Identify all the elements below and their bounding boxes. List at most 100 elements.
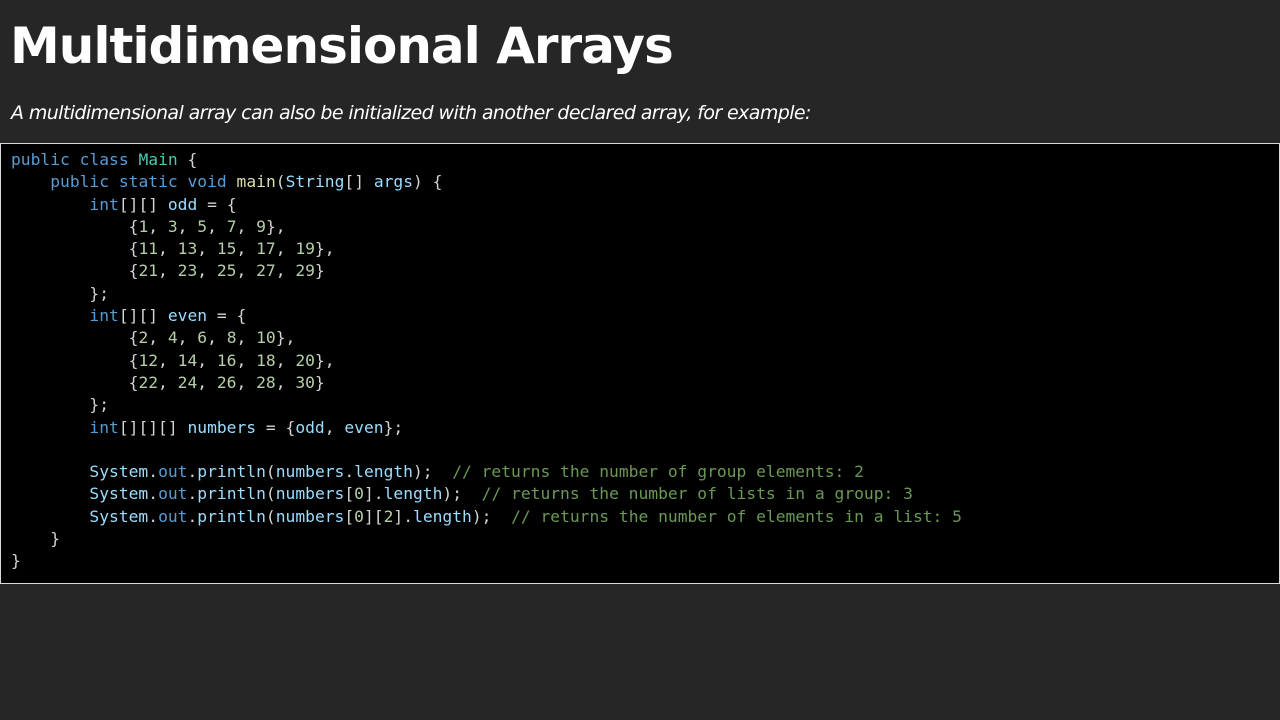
code-token: { [11,216,139,236]
code-token: , [236,328,257,348]
code-token: [ [344,484,355,504]
code-token: , [207,328,227,348]
code-token: 0 [354,506,364,526]
code-line: int[][] odd = { [11,194,962,216]
code-token: } [11,551,21,571]
code-token: // returns the number of group elements:… [452,462,864,482]
code-token: 2 [383,506,394,526]
code-token: . [148,506,159,526]
code-token: 12 [138,350,159,370]
code-token: , [148,328,168,348]
code-line: }; [11,283,962,305]
code-token: }; [11,283,110,303]
code-token: System [89,462,149,482]
code-token: [][][] [118,417,188,437]
code-token: ( [265,484,276,504]
code-token: , [275,261,296,281]
code-token: 11 [138,239,159,259]
code-token: public [11,150,70,169]
code-token: 27 [256,261,276,281]
code-token: 24 [177,372,198,392]
code-token: , [275,372,296,392]
code-token: 13 [177,239,198,259]
code-token: , [197,350,217,370]
code-line: public static void main(String[] args) { [11,171,962,193]
code-line: {11, 13, 15, 17, 19}, [11,238,962,260]
code-token: ]. [393,506,414,526]
code-token: public [50,172,110,192]
code-token: 16 [216,350,237,370]
code-token: { [11,261,139,281]
code-token: 5 [197,216,208,236]
code-token: , [207,216,227,236]
code-token: int [89,306,119,326]
code-token: . [148,484,159,504]
code-token: 22 [138,372,159,392]
code-token: [][] [118,194,168,214]
code-token: 2 [138,328,149,348]
code-token: , [236,350,257,370]
code-token: }; [383,417,404,437]
code-token: int [89,194,119,214]
code-token: }, [314,350,335,370]
code-token: . [187,506,198,526]
code-line: {2, 4, 6, 8, 10}, [11,327,962,349]
code-token: numbers [187,417,257,437]
code-token: 6 [197,328,208,348]
slide-subtitle: A multidimensional array can also be ini… [11,102,811,124]
code-token: }; [11,395,110,415]
code-line: System.out.println(numbers[0][2].length)… [11,506,962,528]
code-token: , [236,216,257,236]
code-token: out [158,484,188,504]
code-line: {22, 24, 26, 28, 30} [11,372,962,394]
code-block: public class Main { public static void m… [0,143,1280,584]
code-token: length [413,506,472,526]
code-token: , [236,372,257,392]
code-token: 15 [216,239,237,259]
code-token: args [373,172,414,192]
code-token: , [324,417,345,437]
code-line: System.out.println(numbers[0].length); /… [11,483,962,505]
code-token: , [177,328,198,348]
code-token: 26 [216,372,237,392]
code-token: , [197,261,217,281]
code-token: numbers [275,484,345,504]
code-token: System [89,484,149,504]
code-token: } [11,529,61,549]
code-token: }, [275,328,296,348]
code-token: // returns the number of lists in a grou… [481,484,913,504]
code-token: ); [413,462,453,482]
code-token: [] [344,172,374,192]
code-token: 3 [167,216,178,236]
code-token: [ [344,506,355,526]
code-token: { [177,150,198,169]
code-token: length [383,484,443,504]
code-token: ][ [363,506,384,526]
code-token: , [158,261,178,281]
code-token: println [197,506,266,526]
code-token: String [285,172,345,192]
code-token: = { [197,194,237,214]
code-token: { [11,350,139,370]
code-token: { [11,239,139,259]
slide: Multidimensional Arrays A multidimension… [0,0,1280,720]
code-line: {21, 23, 25, 27, 29} [11,260,962,282]
code-token: }, [314,239,335,259]
code-token: main [236,172,276,192]
code-token: { [11,328,139,348]
code-token: 8 [226,328,237,348]
code-token: , [158,372,178,392]
code-line: public class Main { [11,149,962,171]
code-token: , [158,350,178,370]
code-token: 10 [256,328,276,348]
code-token: 1 [138,216,149,236]
code-token: 30 [295,372,315,392]
